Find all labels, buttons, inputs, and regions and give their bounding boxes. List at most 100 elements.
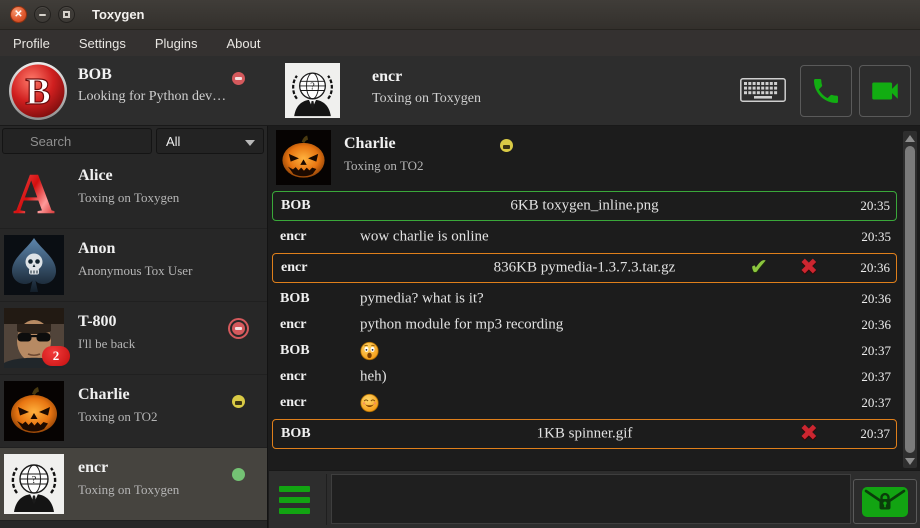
contact-row-t-800[interactable]: T-800 I'll be back 2 (0, 302, 267, 375)
message-row: encrpython module for mp3 recording20:36 (272, 312, 897, 338)
minimize-icon (39, 14, 46, 16)
menu-profile[interactable]: Profile (13, 36, 50, 51)
composer (269, 470, 920, 528)
scrollbar[interactable] (903, 131, 917, 468)
file-transfer-label: 6KB toxygen_inline.png (333, 198, 836, 215)
unread-badge: 2 (42, 346, 70, 366)
chat-peer-status-message: Toxing on Toxygen (372, 91, 481, 107)
contact-list: A Alice Toxing on Toxygen Anon Anonymous To… (0, 156, 267, 521)
message-sender: BOB (281, 426, 311, 442)
peer-status-message: Toxing on TO2 (344, 158, 424, 174)
camera-icon (868, 74, 902, 108)
video-call-button[interactable] (859, 65, 911, 117)
chat-peer-avatar: ? (285, 63, 340, 118)
message-sender: encr (280, 369, 306, 385)
audio-call-button[interactable] (800, 65, 852, 117)
file-transfer-row: BOB1KB spinner.gif✖20:37 (272, 419, 897, 449)
status-away-icon (500, 139, 513, 152)
message-time: 20:36 (861, 291, 891, 307)
message-time: 20:37 (861, 395, 891, 411)
shocked-emoji-icon (360, 342, 379, 361)
message-time: 20:37 (861, 369, 891, 385)
message-time: 20:35 (860, 198, 890, 214)
scrollbar-thumb[interactable] (905, 146, 915, 453)
message-sender: BOB (281, 198, 311, 214)
contact-name: Alice (78, 167, 113, 185)
contact-filter-value: All (166, 134, 180, 149)
message-row: BOBpymedia? what is it?20:36 (272, 286, 897, 312)
contact-status-message: I'll be back (78, 336, 135, 352)
contact-row-alice[interactable]: A Alice Toxing on Toxygen (0, 156, 267, 229)
minimize-button[interactable] (34, 6, 51, 23)
maximize-icon (63, 11, 70, 18)
message-time: 20:37 (860, 426, 890, 442)
accept-transfer-button[interactable]: ✔ (750, 257, 768, 279)
message-row: encr wow charlie is online 20:35 (272, 224, 897, 250)
smile-emoji-icon (360, 394, 379, 413)
message-sender: encr (280, 317, 306, 333)
window-title: Toxygen (92, 7, 145, 22)
file-transfer-row: encr836KB pymedia-1.3.7.3.tar.gz✔✖20:36 (272, 253, 897, 283)
message-time: 20:36 (861, 317, 891, 333)
maximize-button[interactable] (58, 6, 75, 23)
message-time: 20:35 (861, 229, 891, 245)
message-time: 20:36 (860, 260, 890, 276)
self-avatar[interactable]: B (8, 61, 68, 121)
svg-text:B: B (25, 71, 50, 113)
cancel-transfer-button[interactable]: ✖ (800, 257, 818, 279)
self-status-message: Looking for Python dev… (78, 89, 226, 105)
peer-avatar (276, 130, 331, 185)
search-input[interactable] (2, 128, 152, 154)
peer-name: Charlie (344, 135, 396, 153)
close-icon: ✕ (14, 10, 22, 20)
menu-bar: Profile Settings Plugins About (0, 30, 920, 56)
chat-panel: Charlie Toxing on TO2 BOB 6KB toxygen_inli… (269, 126, 920, 528)
message-sender: encr (281, 260, 307, 276)
contact-filter-dropdown[interactable]: All (156, 128, 264, 154)
contact-status-message: Anonymous Tox User (78, 263, 192, 279)
scroll-down-arrow[interactable] (903, 454, 917, 468)
message-list: BOB 6KB toxygen_inline.png 20:35 encr wow ch… (272, 188, 897, 452)
message-sender: BOB (280, 343, 310, 359)
smileys-menu-button[interactable] (270, 474, 327, 525)
message-input[interactable] (331, 474, 851, 524)
status-busy-icon (232, 322, 245, 335)
contact-avatar: A (4, 162, 64, 222)
contact-row-charlie[interactable]: Charlie Toxing on TO2 (0, 375, 267, 448)
message-sender: encr (280, 395, 306, 411)
menu-plugins[interactable]: Plugins (155, 36, 198, 51)
cancel-transfer-button[interactable]: ✖ (800, 423, 818, 445)
contact-status-message: Toxing on Toxygen (78, 190, 179, 206)
contact-name: T-800 (78, 313, 117, 331)
self-name: BOB (78, 66, 112, 84)
svg-text:?: ? (310, 82, 315, 93)
status-away-icon (232, 395, 245, 408)
message-row: BOB 20:37 (272, 338, 897, 364)
keyboard-icon[interactable] (740, 78, 786, 107)
message-text: heh) (360, 369, 387, 386)
contact-row-anon[interactable]: Anon Anonymous Tox User (0, 229, 267, 302)
message-sender: BOB (280, 291, 310, 307)
svg-text:?: ? (32, 474, 37, 486)
contact-status-message: Toxing on TO2 (78, 409, 158, 425)
contact-avatar (4, 235, 64, 295)
header: B BOB Looking for Python dev… ? encr Tox… (0, 56, 920, 126)
menu-settings[interactable]: Settings (79, 36, 126, 51)
message-text: wow charlie is online (360, 229, 489, 246)
contacts-panel: All A Alice Toxing on Toxygen Anon Anonymou… (0, 126, 268, 528)
svg-text:A: A (13, 162, 55, 222)
send-button[interactable] (853, 479, 917, 524)
contact-avatar (4, 381, 64, 441)
menu-about[interactable]: About (226, 36, 260, 51)
self-status-busy-icon (232, 72, 245, 85)
arrow-down-icon (905, 458, 915, 465)
message-sender: encr (280, 229, 306, 245)
close-button[interactable]: ✕ (10, 6, 27, 23)
contact-name: Charlie (78, 386, 130, 404)
hamburger-icon (279, 486, 310, 492)
chevron-down-icon (245, 140, 255, 146)
contact-row-encr[interactable]: ? encrToxing on Toxygen (0, 448, 267, 521)
contact-name: Anon (78, 240, 115, 258)
message-time: 20:37 (861, 343, 891, 359)
scroll-up-arrow[interactable] (903, 131, 917, 145)
